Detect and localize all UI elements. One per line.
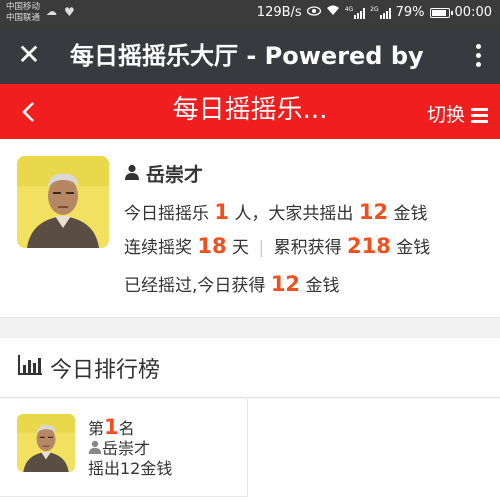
rank-result: 摇出12金钱 (88, 459, 173, 478)
avatar (17, 414, 75, 472)
profile-card: 岳崇才 今日摇摇乐 1 人，大家共摇出 12 金钱 连续摇奖 18 天 | 累积… (0, 139, 500, 318)
close-icon[interactable]: ✕ (14, 40, 44, 70)
rank-number: 1 (104, 415, 119, 439)
user-name: 岳崇才 (146, 164, 204, 186)
weather-cloud-icon: ☁ (46, 5, 57, 18)
wifi-icon (326, 5, 340, 20)
avatar (17, 156, 109, 248)
health-heart-icon: ♥ (64, 5, 75, 19)
status-right: 129B/s 4G 2G 79% 00:00 (257, 5, 492, 20)
clock: 00:00 (454, 5, 492, 20)
menu-icon (471, 107, 488, 123)
battery-icon (429, 7, 453, 18)
bar-chart-icon (18, 355, 42, 381)
carrier-info: 中国移动 中国联通 (6, 2, 40, 24)
ranking-title-row: 今日排行榜 (18, 352, 160, 384)
eye-icon (306, 5, 321, 20)
carrier-1: 中国移动 (6, 2, 41, 12)
divider: | (258, 238, 265, 258)
app-header: 每日摇摇乐... 切换 (0, 84, 500, 139)
ranking-entry-text: 第1名 岳崇才 摇出12金钱 (88, 417, 172, 479)
browser-title: 每日摇摇乐大厅 - Powered by (70, 42, 424, 70)
signal-1-icon: 4G (345, 6, 366, 19)
more-vertical-icon[interactable] (472, 40, 484, 70)
rank-position: 第1名 (88, 415, 135, 439)
rank-user-name: 岳崇才 (102, 439, 151, 458)
today-total-coins: 12 (358, 200, 389, 224)
battery-percent: 79% (395, 5, 425, 20)
accumulated-coins: 218 (347, 234, 391, 258)
page-title: 每日摇摇乐... (172, 95, 328, 125)
carrier-2: 中国联通 (6, 13, 41, 23)
today-summary: 今日摇摇乐 1 人，大家共摇出 12 金钱 (124, 200, 428, 224)
net-speed: 129B/s (256, 5, 302, 20)
shaken-status: 已经摇过,今日获得 12 金钱 (124, 272, 340, 296)
switch-button[interactable]: 切换 (427, 104, 488, 126)
user-icon (124, 163, 140, 185)
ranking-header: 今日排行榜 (0, 338, 500, 398)
rank-user: 岳崇才 (88, 439, 172, 459)
today-earned: 12 (270, 272, 301, 296)
user-icon (88, 439, 102, 459)
browser-bar: ✕ 每日摇摇乐大厅 - Powered by (0, 28, 500, 84)
status-bar: 中国移动 中国联通 ☁ ♥ 129B/s 4G 2G 79% 00:00 (0, 0, 500, 28)
signal-2-icon: 2G (370, 6, 391, 19)
today-people-count: 1 (214, 200, 230, 224)
ranking-list: 第1名 岳崇才 摇出12金钱 (0, 399, 500, 500)
switch-label: 切换 (426, 104, 465, 126)
ranking-title: 今日排行榜 (50, 358, 161, 383)
streak-summary: 连续摇奖 18 天 | 累积获得 218 金钱 (124, 234, 431, 258)
streak-days: 18 (197, 234, 227, 258)
user-name-row: 岳崇才 (124, 160, 203, 187)
ranking-entry[interactable]: 第1名 岳崇才 摇出12金钱 (0, 399, 248, 497)
